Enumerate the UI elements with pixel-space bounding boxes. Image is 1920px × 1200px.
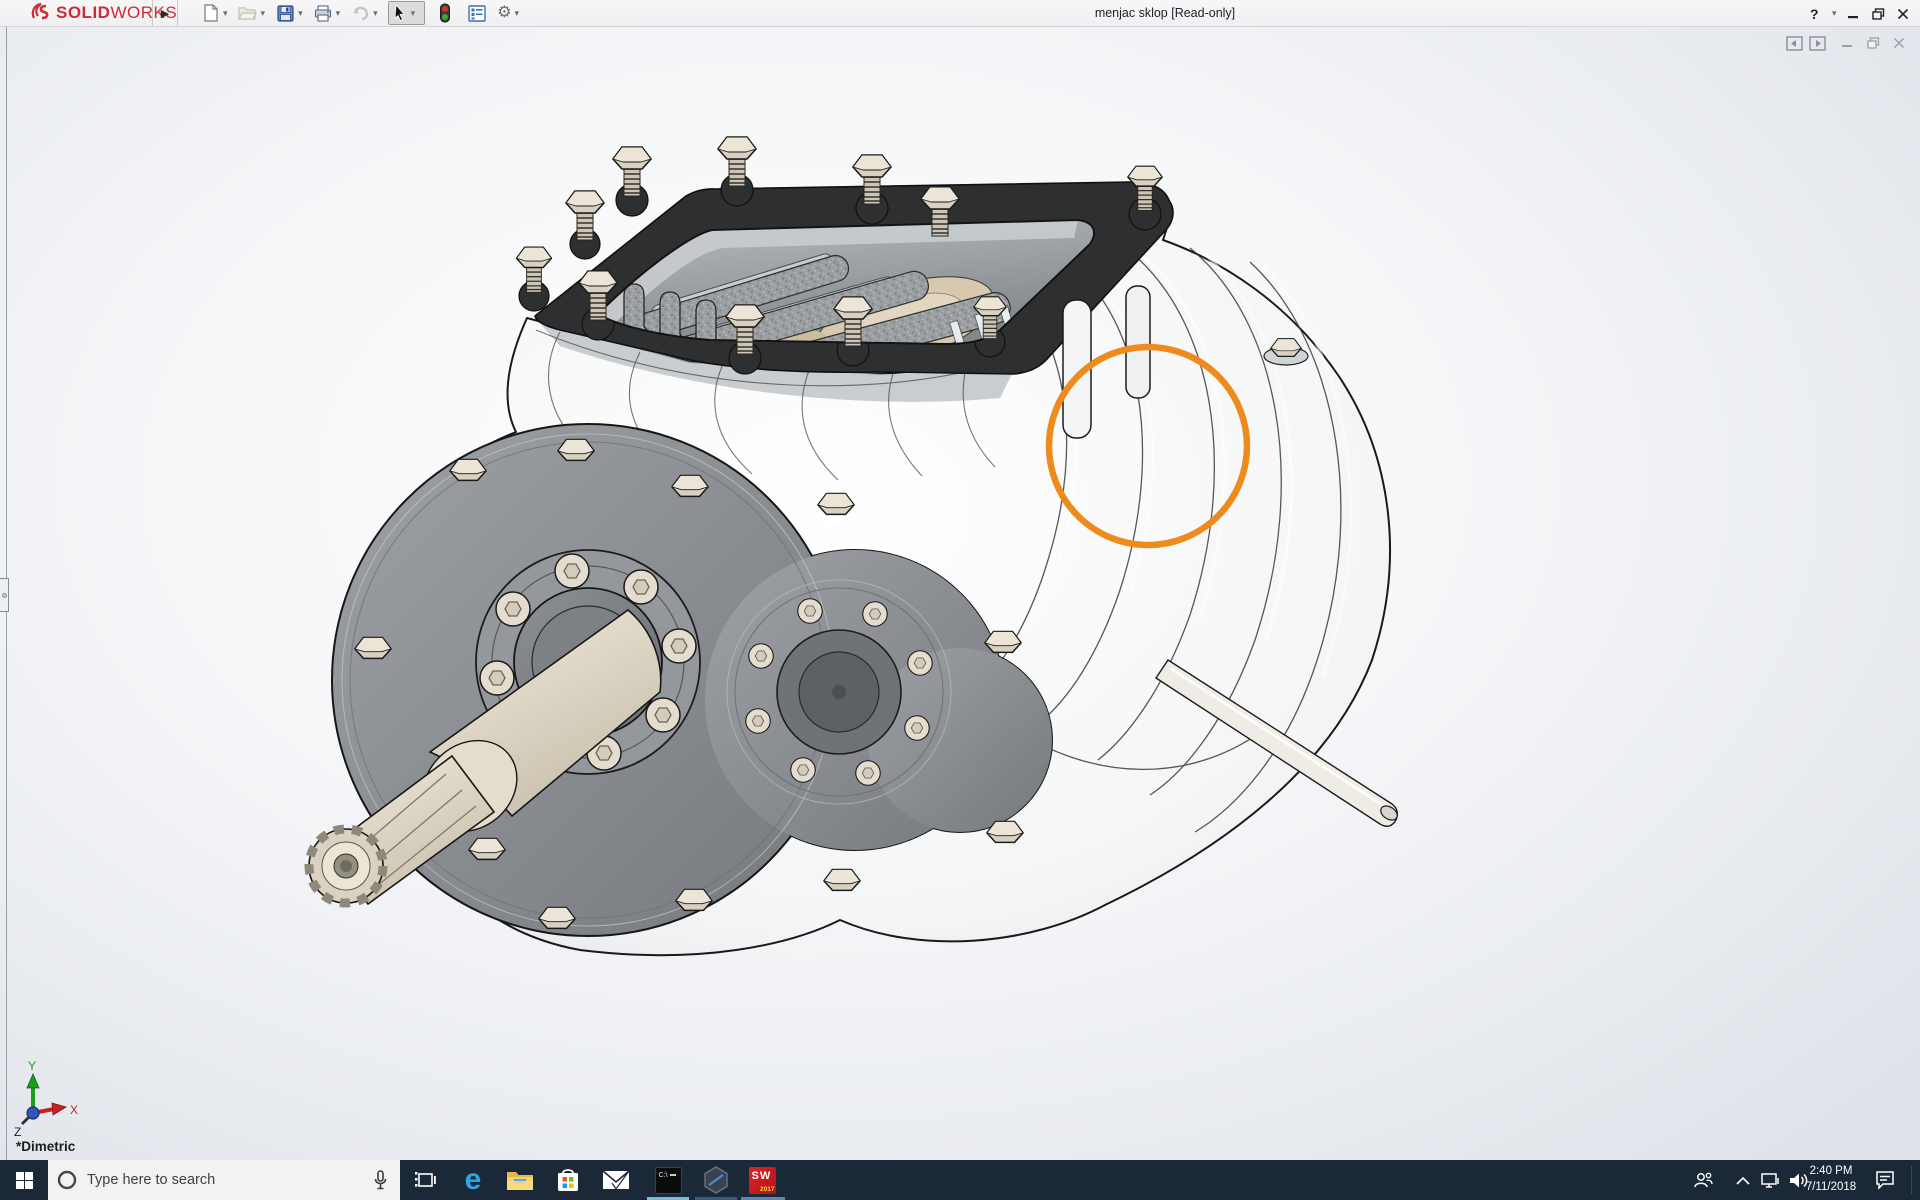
print-dropdown-caret[interactable]: ▾ bbox=[336, 8, 341, 19]
options-dropdown-caret[interactable]: ▾ bbox=[515, 8, 520, 19]
action-center-icon bbox=[1876, 1171, 1894, 1190]
doc-close-button[interactable] bbox=[1892, 34, 1906, 52]
print-icon[interactable] bbox=[313, 3, 333, 23]
taskbar-app-file-explorer[interactable] bbox=[497, 1160, 543, 1200]
taskbar-app-mail[interactable] bbox=[593, 1160, 639, 1200]
file-explorer-icon bbox=[507, 1172, 533, 1190]
select-dropdown-caret[interactable]: ▾ bbox=[411, 8, 416, 19]
start-button[interactable] bbox=[0, 1160, 48, 1200]
taskbar-app-edge[interactable]: e bbox=[450, 1160, 496, 1200]
tray-date: 7/11/2018 bbox=[1805, 1181, 1857, 1193]
save-icon[interactable] bbox=[275, 3, 295, 23]
rebuild-traffic-light-icon[interactable] bbox=[435, 3, 455, 23]
axis-z-label: Z bbox=[14, 1125, 21, 1139]
axis-y-label: Y bbox=[28, 1059, 36, 1073]
tray-chevron-icon[interactable] bbox=[1730, 1160, 1756, 1200]
pane-right-button[interactable] bbox=[1809, 34, 1826, 52]
network-tray-icon[interactable] bbox=[1756, 1160, 1784, 1200]
cortana-icon bbox=[57, 1170, 77, 1190]
search-input[interactable] bbox=[87, 1172, 373, 1188]
windows-taskbar: e C: bbox=[0, 1160, 1920, 1200]
microsoft-store-icon bbox=[558, 1169, 578, 1191]
select-tool-button[interactable]: ▾ bbox=[387, 1, 426, 25]
spline-coupler bbox=[304, 824, 388, 908]
close-button[interactable] bbox=[1896, 0, 1910, 27]
graphics-viewport[interactable]: Y X Z *Dimetric bbox=[0, 27, 1920, 1160]
gearbox-3d-model: Y X Z bbox=[14, 27, 1399, 1139]
mail-icon bbox=[602, 1170, 630, 1191]
pane-left-button[interactable] bbox=[1786, 34, 1803, 52]
solidworks-window: SOLIDWORKS ▶ ▾ ▾ ▾ ▾ ▾ ▾ ⚙ ▾ menjac sklo… bbox=[0, 0, 1920, 1200]
new-dropdown-caret[interactable]: ▾ bbox=[223, 8, 228, 19]
people-tray-icon[interactable] bbox=[1688, 1160, 1718, 1200]
doc-restore-button[interactable] bbox=[1866, 34, 1881, 52]
taskbar-app-solidworks[interactable]: SW 2017 bbox=[739, 1160, 785, 1200]
orientation-triad: Y X Z bbox=[14, 1059, 78, 1139]
task-view-icon bbox=[415, 1172, 436, 1187]
solidworks-logo: SOLIDWORKS bbox=[0, 0, 177, 26]
task-pane-list-icon[interactable] bbox=[467, 3, 487, 23]
open-dropdown-caret[interactable]: ▾ bbox=[261, 8, 266, 19]
quick-toolbar: ▾ ▾ ▾ ▾ ▾ ▾ ⚙ ▾ bbox=[200, 0, 529, 26]
panel-collapse-tab[interactable] bbox=[0, 578, 9, 612]
doc-minimize-button[interactable] bbox=[1840, 34, 1854, 52]
edge-icon: e bbox=[464, 1163, 482, 1196]
new-document-icon[interactable] bbox=[200, 3, 220, 23]
taskbar-app-terminal[interactable]: C:\ bbox=[645, 1160, 691, 1200]
command-prompt-icon: C:\ bbox=[654, 1166, 682, 1194]
microphone-icon[interactable] bbox=[373, 1170, 388, 1190]
view-orientation-label: *Dimetric bbox=[16, 1139, 76, 1154]
undo-icon[interactable] bbox=[350, 3, 370, 23]
tray-time: 2:40 PM bbox=[1809, 1165, 1853, 1178]
solidworks-2017-icon: SW 2017 bbox=[748, 1166, 776, 1194]
restore-button[interactable] bbox=[1871, 0, 1886, 27]
minimize-button[interactable] bbox=[1846, 0, 1860, 27]
show-desktop-divider[interactable] bbox=[1911, 1166, 1912, 1194]
edrawings-hexagon-icon bbox=[702, 1166, 730, 1194]
open-icon[interactable] bbox=[238, 3, 258, 23]
title-bar: SOLIDWORKS ▶ ▾ ▾ ▾ ▾ ▾ ▾ ⚙ ▾ menjac sklo… bbox=[0, 0, 1920, 27]
taskbar-clock[interactable]: 2:40 PM 7/11/2018 bbox=[1800, 1160, 1862, 1200]
help-button[interactable]: ? bbox=[1810, 0, 1819, 27]
axis-x-label: X bbox=[70, 1103, 78, 1117]
document-title: menjac sklop [Read-only] bbox=[1094, 6, 1236, 20]
task-view-button[interactable] bbox=[402, 1160, 448, 1200]
undo-dropdown-caret[interactable]: ▾ bbox=[373, 8, 378, 19]
taskbar-search[interactable] bbox=[48, 1160, 400, 1200]
save-dropdown-caret[interactable]: ▾ bbox=[298, 8, 303, 19]
toolbar-flyout-button[interactable]: ▶ bbox=[152, 0, 178, 26]
select-arrow-icon bbox=[394, 4, 405, 22]
options-gear-icon[interactable]: ⚙ bbox=[497, 5, 511, 21]
ds-logo-glyph bbox=[31, 2, 49, 20]
action-center-button[interactable] bbox=[1868, 1160, 1902, 1200]
taskbar-app-store[interactable] bbox=[545, 1160, 591, 1200]
windows-logo-icon bbox=[15, 1171, 33, 1189]
taskbar-app-edrawings[interactable] bbox=[693, 1160, 739, 1200]
help-dropdown-caret[interactable]: ▾ bbox=[1829, 0, 1843, 27]
